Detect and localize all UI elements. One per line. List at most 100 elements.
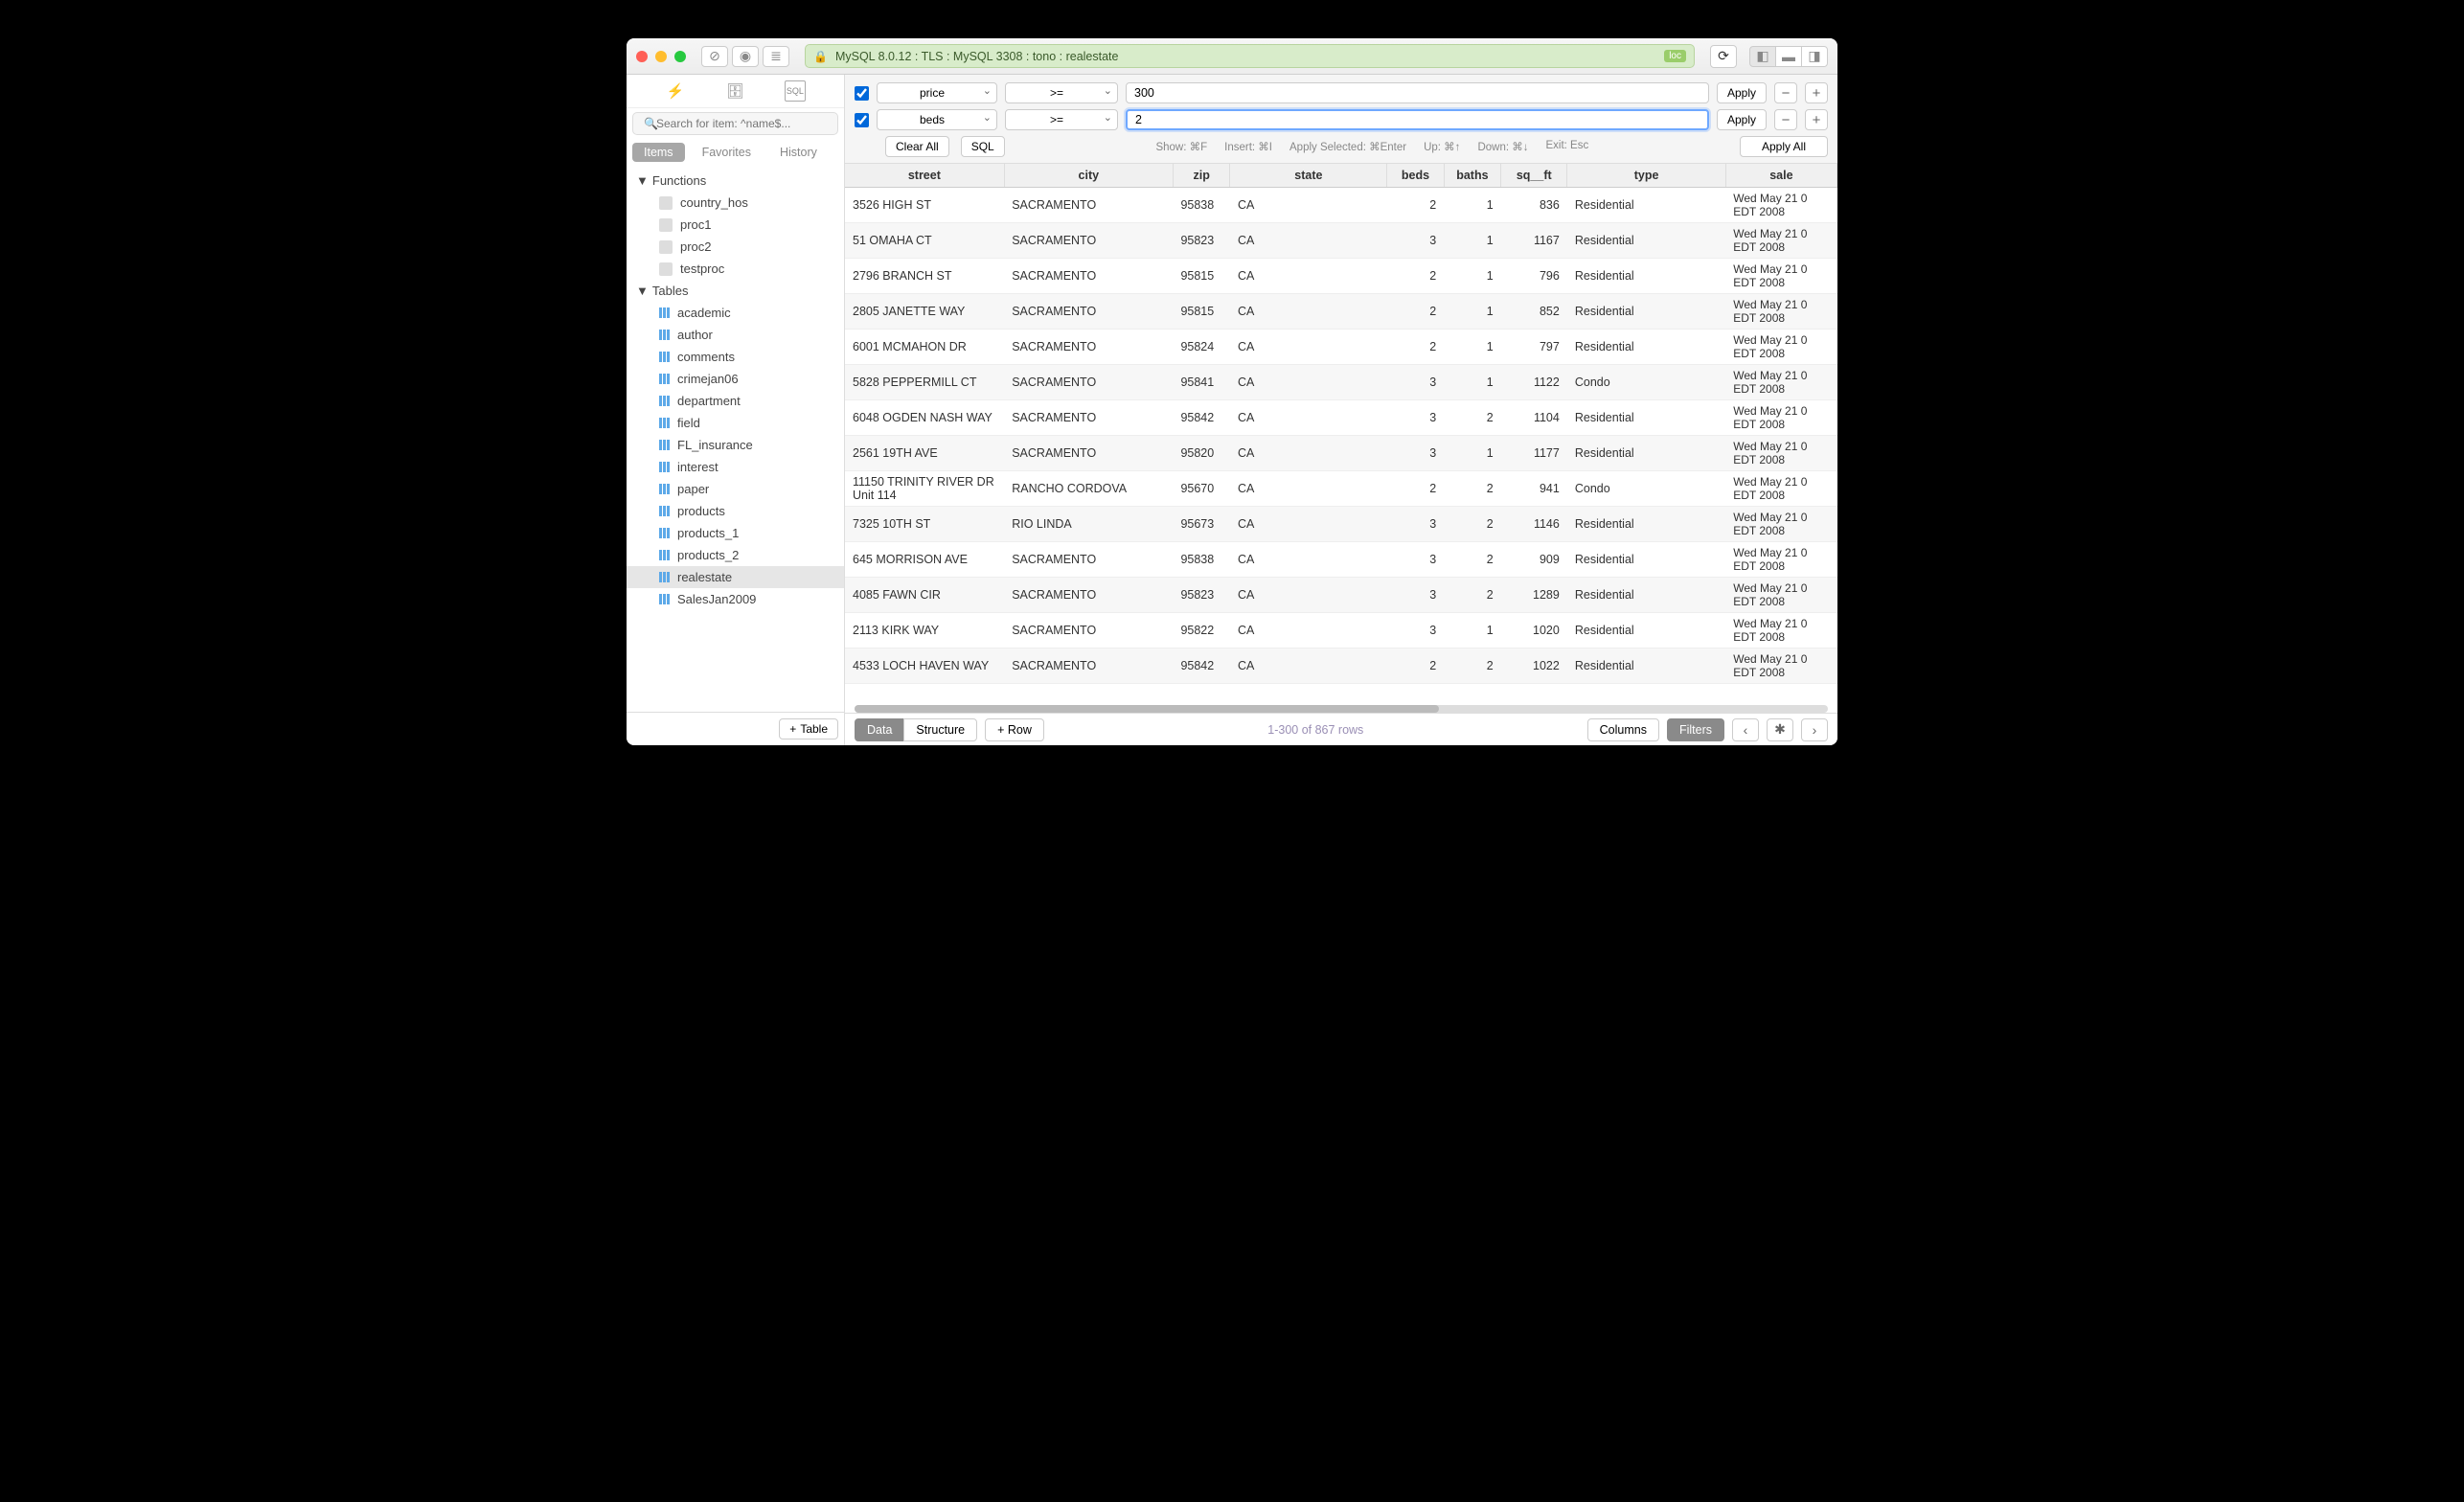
table-row[interactable]: 6001 MCMAHON DRSACRAMENTO95824CA21797Res… bbox=[845, 330, 1837, 365]
cell-state[interactable]: CA bbox=[1230, 400, 1387, 436]
data-table-wrap[interactable]: streetcityzipstatebedsbathssq__fttypesal… bbox=[845, 164, 1837, 705]
sidebar-table-paper[interactable]: paper bbox=[627, 478, 844, 500]
cell-beds[interactable]: 3 bbox=[1387, 578, 1444, 613]
cell-type[interactable]: Residential bbox=[1567, 649, 1725, 684]
cell-sq__ft[interactable]: 1022 bbox=[1501, 649, 1567, 684]
cell-beds[interactable]: 3 bbox=[1387, 436, 1444, 471]
table-row[interactable]: 2796 BRANCH STSACRAMENTO95815CA21796Resi… bbox=[845, 259, 1837, 294]
cell-street[interactable]: 2796 BRANCH ST bbox=[845, 259, 1004, 294]
cell-street[interactable]: 11150 TRINITY RIVER DR Unit 114 bbox=[845, 471, 1004, 507]
cell-city[interactable]: SACRAMENTO bbox=[1004, 294, 1173, 330]
cell-sale[interactable]: Wed May 21 0 EDT 2008 bbox=[1725, 223, 1837, 259]
cell-baths[interactable]: 2 bbox=[1444, 649, 1501, 684]
cell-street[interactable]: 6001 MCMAHON DR bbox=[845, 330, 1004, 365]
eye-icon[interactable]: ◉ bbox=[732, 46, 759, 67]
cell-baths[interactable]: 1 bbox=[1444, 259, 1501, 294]
cell-beds[interactable]: 2 bbox=[1387, 330, 1444, 365]
cell-city[interactable]: SACRAMENTO bbox=[1004, 578, 1173, 613]
cell-state[interactable]: CA bbox=[1230, 578, 1387, 613]
cell-beds[interactable]: 2 bbox=[1387, 294, 1444, 330]
cell-beds[interactable]: 3 bbox=[1387, 223, 1444, 259]
cell-baths[interactable]: 1 bbox=[1444, 294, 1501, 330]
sidebar-table-products_2[interactable]: products_2 bbox=[627, 544, 844, 566]
cell-sq__ft[interactable]: 836 bbox=[1501, 188, 1567, 223]
cell-beds[interactable]: 3 bbox=[1387, 542, 1444, 578]
cell-sale[interactable]: Wed May 21 0 EDT 2008 bbox=[1725, 471, 1837, 507]
cell-street[interactable]: 51 OMAHA CT bbox=[845, 223, 1004, 259]
sidebar-table-field[interactable]: field bbox=[627, 412, 844, 434]
filter-value-input[interactable] bbox=[1126, 109, 1709, 130]
filter-column-select[interactable]: price bbox=[877, 82, 997, 103]
table-row[interactable]: 6048 OGDEN NASH WAYSACRAMENTO95842CA3211… bbox=[845, 400, 1837, 436]
table-row[interactable]: 645 MORRISON AVESACRAMENTO95838CA32909Re… bbox=[845, 542, 1837, 578]
cell-state[interactable]: CA bbox=[1230, 542, 1387, 578]
cell-sale[interactable]: Wed May 21 0 EDT 2008 bbox=[1725, 542, 1837, 578]
cell-baths[interactable]: 2 bbox=[1444, 400, 1501, 436]
column-header-sq__ft[interactable]: sq__ft bbox=[1501, 164, 1567, 188]
sidebar-table-products_1[interactable]: products_1 bbox=[627, 522, 844, 544]
cell-sale[interactable]: Wed May 21 0 EDT 2008 bbox=[1725, 294, 1837, 330]
cell-type[interactable]: Residential bbox=[1567, 259, 1725, 294]
search-input[interactable] bbox=[632, 112, 838, 135]
cell-type[interactable]: Residential bbox=[1567, 613, 1725, 649]
column-header-type[interactable]: type bbox=[1567, 164, 1725, 188]
cell-zip[interactable]: 95823 bbox=[1173, 578, 1230, 613]
filter-column-select[interactable]: beds bbox=[877, 109, 997, 130]
list-icon[interactable]: ≣ bbox=[763, 46, 789, 67]
gear-icon[interactable]: ✱ bbox=[1767, 718, 1793, 741]
cell-city[interactable]: SACRAMENTO bbox=[1004, 259, 1173, 294]
cell-street[interactable]: 5828 PEPPERMILL CT bbox=[845, 365, 1004, 400]
cell-type[interactable]: Residential bbox=[1567, 400, 1725, 436]
sidebar-function-testproc[interactable]: testproc bbox=[627, 258, 844, 280]
cell-sq__ft[interactable]: 1020 bbox=[1501, 613, 1567, 649]
table-row[interactable]: 2561 19TH AVESACRAMENTO95820CA311177Resi… bbox=[845, 436, 1837, 471]
clear-all-button[interactable]: Clear All bbox=[885, 136, 949, 157]
cell-sq__ft[interactable]: 1146 bbox=[1501, 507, 1567, 542]
cell-zip[interactable]: 95842 bbox=[1173, 649, 1230, 684]
cell-baths[interactable]: 1 bbox=[1444, 223, 1501, 259]
cell-beds[interactable]: 2 bbox=[1387, 259, 1444, 294]
tables-group[interactable]: ▼ Tables bbox=[627, 280, 844, 302]
cell-zip[interactable]: 95815 bbox=[1173, 259, 1230, 294]
sql-icon[interactable]: SQL bbox=[785, 80, 806, 102]
cell-state[interactable]: CA bbox=[1230, 613, 1387, 649]
cell-beds[interactable]: 3 bbox=[1387, 613, 1444, 649]
sql-button[interactable]: SQL bbox=[961, 136, 1005, 157]
table-row[interactable]: 4533 LOCH HAVEN WAYSACRAMENTO95842CA2210… bbox=[845, 649, 1837, 684]
horizontal-scrollbar[interactable] bbox=[855, 705, 1828, 713]
cell-type[interactable]: Residential bbox=[1567, 330, 1725, 365]
apply-all-button[interactable]: Apply All bbox=[1740, 136, 1828, 157]
filters-button[interactable]: Filters bbox=[1667, 718, 1724, 741]
filter-enabled-checkbox[interactable] bbox=[855, 86, 869, 101]
cell-beds[interactable]: 3 bbox=[1387, 507, 1444, 542]
cell-state[interactable]: CA bbox=[1230, 471, 1387, 507]
cell-state[interactable]: CA bbox=[1230, 188, 1387, 223]
column-header-street[interactable]: street bbox=[845, 164, 1004, 188]
structure-tab[interactable]: Structure bbox=[903, 718, 977, 741]
cell-state[interactable]: CA bbox=[1230, 436, 1387, 471]
column-header-zip[interactable]: zip bbox=[1173, 164, 1230, 188]
sidebar-table-realestate[interactable]: realestate bbox=[627, 566, 844, 588]
sidebar-table-SalesJan2009[interactable]: SalesJan2009 bbox=[627, 588, 844, 610]
sidebar-table-FL_insurance[interactable]: FL_insurance bbox=[627, 434, 844, 456]
cell-zip[interactable]: 95841 bbox=[1173, 365, 1230, 400]
cell-city[interactable]: SACRAMENTO bbox=[1004, 542, 1173, 578]
cell-zip[interactable]: 95822 bbox=[1173, 613, 1230, 649]
sidebar-function-country_hos[interactable]: country_hos bbox=[627, 192, 844, 214]
next-page-icon[interactable]: › bbox=[1801, 718, 1828, 741]
cell-street[interactable]: 3526 HIGH ST bbox=[845, 188, 1004, 223]
cell-street[interactable]: 645 MORRISON AVE bbox=[845, 542, 1004, 578]
cell-baths[interactable]: 1 bbox=[1444, 613, 1501, 649]
cell-street[interactable]: 6048 OGDEN NASH WAY bbox=[845, 400, 1004, 436]
cell-sale[interactable]: Wed May 21 0 EDT 2008 bbox=[1725, 400, 1837, 436]
filter-enabled-checkbox[interactable] bbox=[855, 113, 869, 127]
cell-state[interactable]: CA bbox=[1230, 365, 1387, 400]
table-row[interactable]: 3526 HIGH STSACRAMENTO95838CA21836Reside… bbox=[845, 188, 1837, 223]
cell-city[interactable]: RIO LINDA bbox=[1004, 507, 1173, 542]
cell-type[interactable]: Residential bbox=[1567, 223, 1725, 259]
table-row[interactable]: 4085 FAWN CIRSACRAMENTO95823CA321289Resi… bbox=[845, 578, 1837, 613]
cell-zip[interactable]: 95838 bbox=[1173, 188, 1230, 223]
cell-street[interactable]: 4533 LOCH HAVEN WAY bbox=[845, 649, 1004, 684]
cell-baths[interactable]: 2 bbox=[1444, 507, 1501, 542]
cell-sq__ft[interactable]: 1104 bbox=[1501, 400, 1567, 436]
